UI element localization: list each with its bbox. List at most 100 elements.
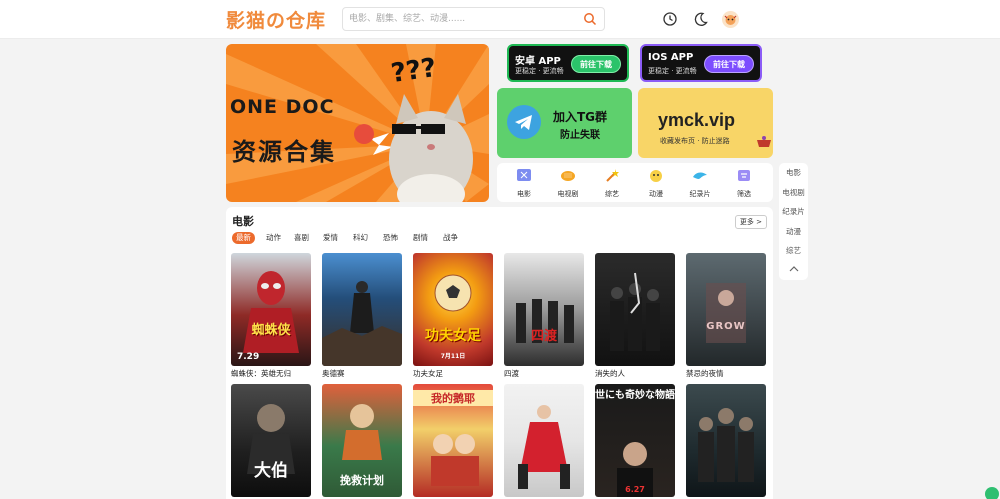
hero-banner[interactable]: ??? ONE DOC 资源合集 [226, 44, 489, 202]
android-download-button[interactable]: 前往下载 [571, 55, 621, 73]
variety-icon [606, 169, 619, 182]
movie-card[interactable]: 世にも奇妙な物語 6.27 [595, 384, 675, 497]
movie-poster[interactable]: 大伯 [231, 384, 311, 497]
movie-card[interactable]: 奥德赛 [322, 253, 402, 379]
movie-card[interactable]: 大伯 [231, 384, 311, 497]
poster-title: 大伯 [254, 461, 288, 481]
sidenav-item-movie[interactable]: 电影 [779, 163, 808, 183]
movie-section: 电影 更多 > 最新 动作 喜剧 爱情 科幻 恐怖 剧情 战争 蜘蛛侠 7.29… [226, 207, 773, 499]
site-address: ymck.vip [658, 110, 736, 130]
category-label: 综艺 [605, 190, 619, 198]
site-address-subtitle: 收藏发布页 · 防止迷路 [660, 137, 730, 145]
sidenav-item-documentary[interactable]: 纪录片 [779, 202, 808, 222]
ios-app-title: IOS APP [648, 52, 694, 63]
movie-title[interactable]: 消失的人 [595, 368, 675, 379]
movie-card[interactable] [504, 384, 584, 497]
poster-title: 我的鹅耶 [413, 390, 493, 406]
category-filter[interactable]: 筛选 [724, 167, 764, 199]
filter-tag[interactable]: 动作 [262, 232, 285, 244]
category-label: 电影 [517, 190, 531, 198]
telegram-icon [507, 105, 541, 139]
poster-title: GROW [706, 321, 746, 332]
sidenav-item-anime[interactable]: 动漫 [779, 222, 808, 242]
movie-card[interactable]: 挽救计划 [322, 384, 402, 497]
anime-icon [650, 170, 662, 182]
more-button[interactable]: 更多 > [734, 215, 767, 229]
banner-subtitle: 资源合集 [232, 138, 336, 166]
banner-title: ONE DOC [230, 96, 335, 118]
movie-poster[interactable]: 世にも奇妙な物語 6.27 [595, 384, 675, 497]
poster-title: 四渡 [530, 329, 557, 344]
ios-app-card[interactable]: IOS APP 更稳定 · 更流畅 前往下载 [640, 44, 762, 82]
movie-title[interactable]: 禁忌的夜情 [686, 368, 766, 379]
back-to-top-button[interactable] [779, 261, 808, 281]
category-variety[interactable]: 综艺 [592, 167, 632, 199]
history-icon[interactable] [662, 11, 678, 27]
missing-figure [610, 272, 660, 351]
site-address-card[interactable]: ymck.vip 收藏发布页 · 防止迷路 [638, 88, 773, 158]
movie-title[interactable]: 四渡 [504, 368, 584, 379]
ios-download-button[interactable]: 前往下载 [704, 55, 754, 73]
grow-figure [706, 283, 746, 343]
movie-poster[interactable] [686, 384, 766, 497]
telegram-subtitle: 防止失联 [560, 130, 600, 141]
movie-poster[interactable]: 我的鹅耶 [413, 384, 493, 497]
category-bar: 电影 电视剧 综艺 动漫 纪录片 筛选 [497, 163, 773, 202]
category-label: 动漫 [649, 190, 663, 198]
poster-title: 世にも奇妙な物語 [595, 390, 675, 401]
movie-poster[interactable]: 蜘蛛侠 7.29 [231, 253, 311, 366]
category-documentary[interactable]: 纪录片 [680, 167, 720, 199]
filter-tag[interactable]: 喜剧 [290, 232, 313, 244]
movie-poster[interactable]: 功夫女足 7月11日 [413, 253, 493, 366]
movie-card[interactable]: 消失的人 [595, 253, 675, 379]
sidenav-item-variety[interactable]: 综艺 [779, 241, 808, 261]
movie-poster[interactable] [595, 253, 675, 366]
movie-card[interactable]: GROW 禁忌的夜情 [686, 253, 766, 379]
filter-tag[interactable]: 最新 [232, 232, 255, 244]
category-movie[interactable]: 电影 [504, 167, 544, 199]
movie-card[interactable] [686, 384, 766, 497]
side-navigation: 电影 电视剧 纪录片 动漫 综艺 [779, 163, 808, 280]
section-title: 电影 [232, 215, 254, 228]
movie-poster[interactable] [504, 384, 584, 497]
filter-tag[interactable]: 恐怖 [379, 232, 402, 244]
top-bar: 影猫の仓库 [0, 0, 1000, 39]
moon-icon[interactable] [693, 11, 709, 27]
movie-card[interactable]: 功夫女足 7月11日 功夫女足 [413, 253, 493, 379]
banner-question-marks: ??? [389, 52, 439, 90]
category-tv[interactable]: 电视剧 [548, 167, 588, 199]
site-logo[interactable]: 影猫の仓库 [226, 6, 326, 33]
movie-icon [517, 169, 531, 181]
crowd-figure [698, 408, 754, 482]
chevron-up-icon [789, 265, 798, 271]
movie-poster[interactable]: 挽救计划 [322, 384, 402, 497]
filter-tag[interactable]: 科幻 [349, 232, 372, 244]
filter-tag[interactable]: 剧情 [409, 232, 432, 244]
android-app-subtitle: 更稳定 · 更流畅 [515, 67, 564, 75]
sidenav-item-tv[interactable]: 电视剧 [779, 183, 808, 203]
movie-card[interactable]: 四渡 四渡 [504, 253, 584, 379]
movie-title[interactable]: 功夫女足 [413, 368, 493, 379]
android-app-card[interactable]: 安卓 APP 更稳定 · 更流畅 前往下载 [507, 44, 629, 82]
category-label: 电视剧 [557, 190, 579, 198]
movie-title[interactable]: 奥德赛 [322, 368, 402, 379]
category-anime[interactable]: 动漫 [636, 167, 676, 199]
search-box[interactable] [342, 7, 605, 31]
chat-fab-icon[interactable] [985, 487, 999, 499]
search-input[interactable] [349, 11, 569, 27]
avatar[interactable] [722, 11, 739, 28]
telegram-group-card[interactable]: 加入TG群 防止失联 [497, 88, 632, 158]
banner-rays [226, 44, 489, 202]
movie-poster[interactable] [322, 253, 402, 366]
filter-tag[interactable]: 战争 [439, 232, 462, 244]
movie-card[interactable]: 蜘蛛侠 7.29 蜘蛛侠：英雄无归 [231, 253, 311, 379]
filter-icon [738, 170, 750, 181]
movie-poster[interactable]: GROW [686, 253, 766, 366]
pet-bowl-icon [756, 134, 772, 153]
movie-card[interactable]: 我的鹅耶 [413, 384, 493, 497]
movie-poster[interactable]: 四渡 [504, 253, 584, 366]
category-label: 纪录片 [689, 190, 711, 198]
filter-tag[interactable]: 爱情 [319, 232, 342, 244]
search-icon[interactable] [583, 12, 597, 31]
movie-title[interactable]: 蜘蛛侠：英雄无归 [231, 368, 311, 379]
